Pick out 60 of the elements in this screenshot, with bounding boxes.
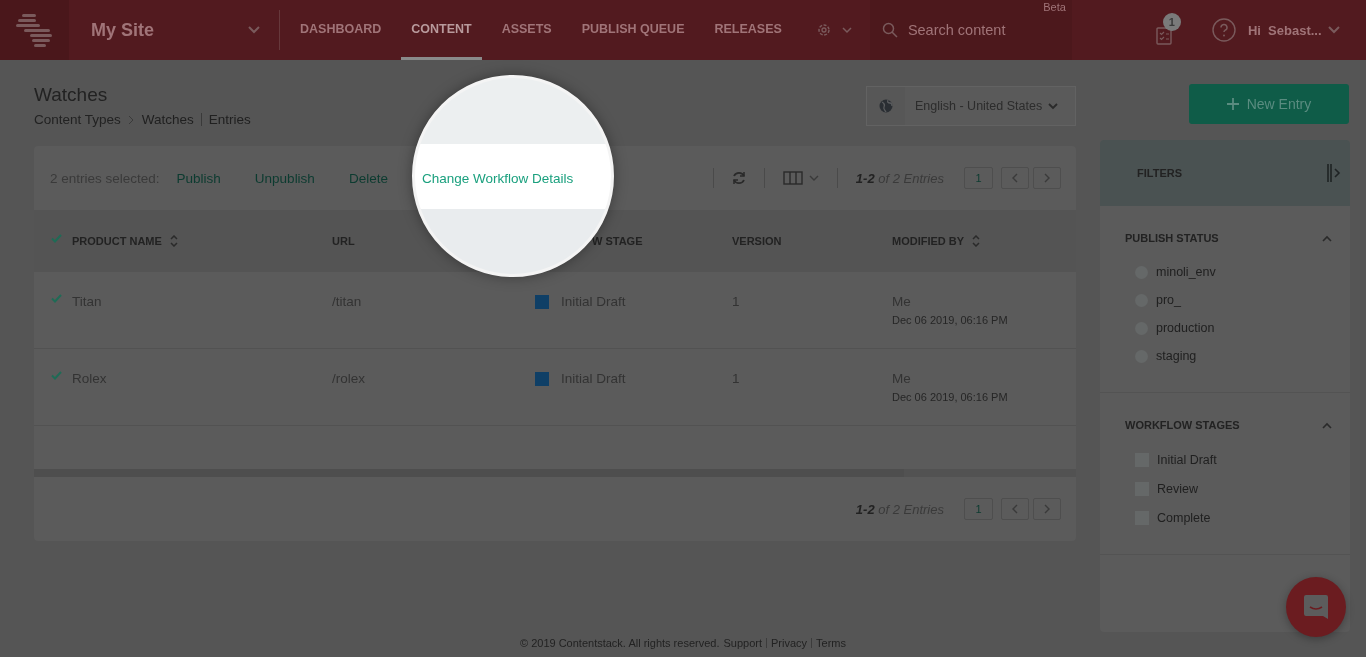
collapse-panel-icon[interactable] — [1326, 163, 1342, 183]
filter-option-label: Review — [1157, 481, 1198, 496]
chevron-down-icon — [1048, 102, 1059, 110]
tasks-button[interactable]: 1 — [1153, 13, 1182, 47]
action-link[interactable]: Change Workflow Details — [421, 170, 574, 186]
chevron-left-icon — [1012, 173, 1018, 183]
nav-tab[interactable]: CONTENT — [401, 0, 482, 60]
search-input[interactable]: Search content — [905, 21, 1060, 39]
check-icon[interactable] — [51, 371, 62, 380]
chevron-right-icon — [127, 114, 135, 125]
sort-icon[interactable] — [972, 235, 981, 247]
previous-page-button[interactable] — [1001, 498, 1029, 520]
search-icon — [881, 22, 898, 38]
search-field[interactable]: Search content Beta — [869, 0, 1072, 60]
globe-icon — [879, 99, 893, 113]
columns-icon[interactable] — [782, 171, 803, 185]
site-selector[interactable]: My Site — [91, 19, 241, 41]
user-menu[interactable]: Hi Sebast... — [1247, 22, 1322, 38]
filter-option-label: Initial Draft — [1157, 452, 1217, 467]
chevron-down-icon[interactable] — [1327, 26, 1340, 34]
nav-tab[interactable]: ASSETS — [491, 0, 562, 60]
action-link[interactable]: Unpublish — [254, 170, 315, 186]
settings-icon[interactable] — [815, 22, 832, 38]
logo-icon[interactable] — [0, 0, 69, 60]
nav-tab[interactable]: PUBLISH QUEUE — [571, 0, 695, 60]
sort-icon[interactable] — [169, 235, 178, 247]
chevron-left-icon — [1012, 504, 1018, 514]
help-icon[interactable] — [1211, 18, 1236, 42]
page-number-button[interactable]: 1 — [964, 498, 993, 520]
filter-option-label: Complete — [1157, 510, 1211, 525]
chevron-down-icon[interactable] — [808, 174, 819, 182]
chevron-down-icon[interactable] — [247, 25, 261, 35]
plus-icon — [1226, 98, 1239, 110]
check-icon[interactable] — [51, 294, 62, 303]
chevron-up-icon[interactable] — [1322, 421, 1332, 429]
notification-badge: 1 — [1162, 13, 1181, 31]
chevron-right-icon — [1044, 173, 1050, 183]
action-link[interactable]: Delete — [348, 170, 388, 186]
page-number-button[interactable]: 1 — [964, 167, 993, 189]
next-page-button[interactable] — [1033, 498, 1061, 520]
filter-option-label: pro_ — [1156, 293, 1182, 307]
filter-option-label: staging — [1156, 349, 1197, 363]
filter-section-title[interactable]: WORKFLOW STAGES — [1125, 419, 1240, 431]
chevron-down-icon[interactable] — [841, 26, 852, 34]
chevron-up-icon[interactable] — [1322, 234, 1332, 242]
previous-page-button[interactable] — [1001, 167, 1029, 189]
filter-option-label: production — [1156, 321, 1215, 335]
filter-option-label: minoli_env — [1156, 265, 1216, 279]
nav-tab[interactable]: RELEASES — [704, 0, 792, 60]
refresh-icon[interactable] — [731, 171, 746, 185]
checklist-icon — [1155, 25, 1172, 45]
next-page-button[interactable] — [1033, 167, 1061, 189]
check-icon[interactable] — [51, 233, 62, 243]
beta-label: Beta — [1043, 1, 1066, 13]
nav-tab[interactable]: DASHBOARD — [290, 0, 392, 60]
chat-icon — [1302, 593, 1330, 621]
new-entry-button[interactable]: New Entry — [1189, 84, 1349, 124]
filter-section-title[interactable]: PUBLISH STATUS — [1125, 232, 1219, 244]
chevron-right-icon — [1044, 504, 1050, 514]
action-link[interactable]: Publish — [176, 170, 221, 186]
